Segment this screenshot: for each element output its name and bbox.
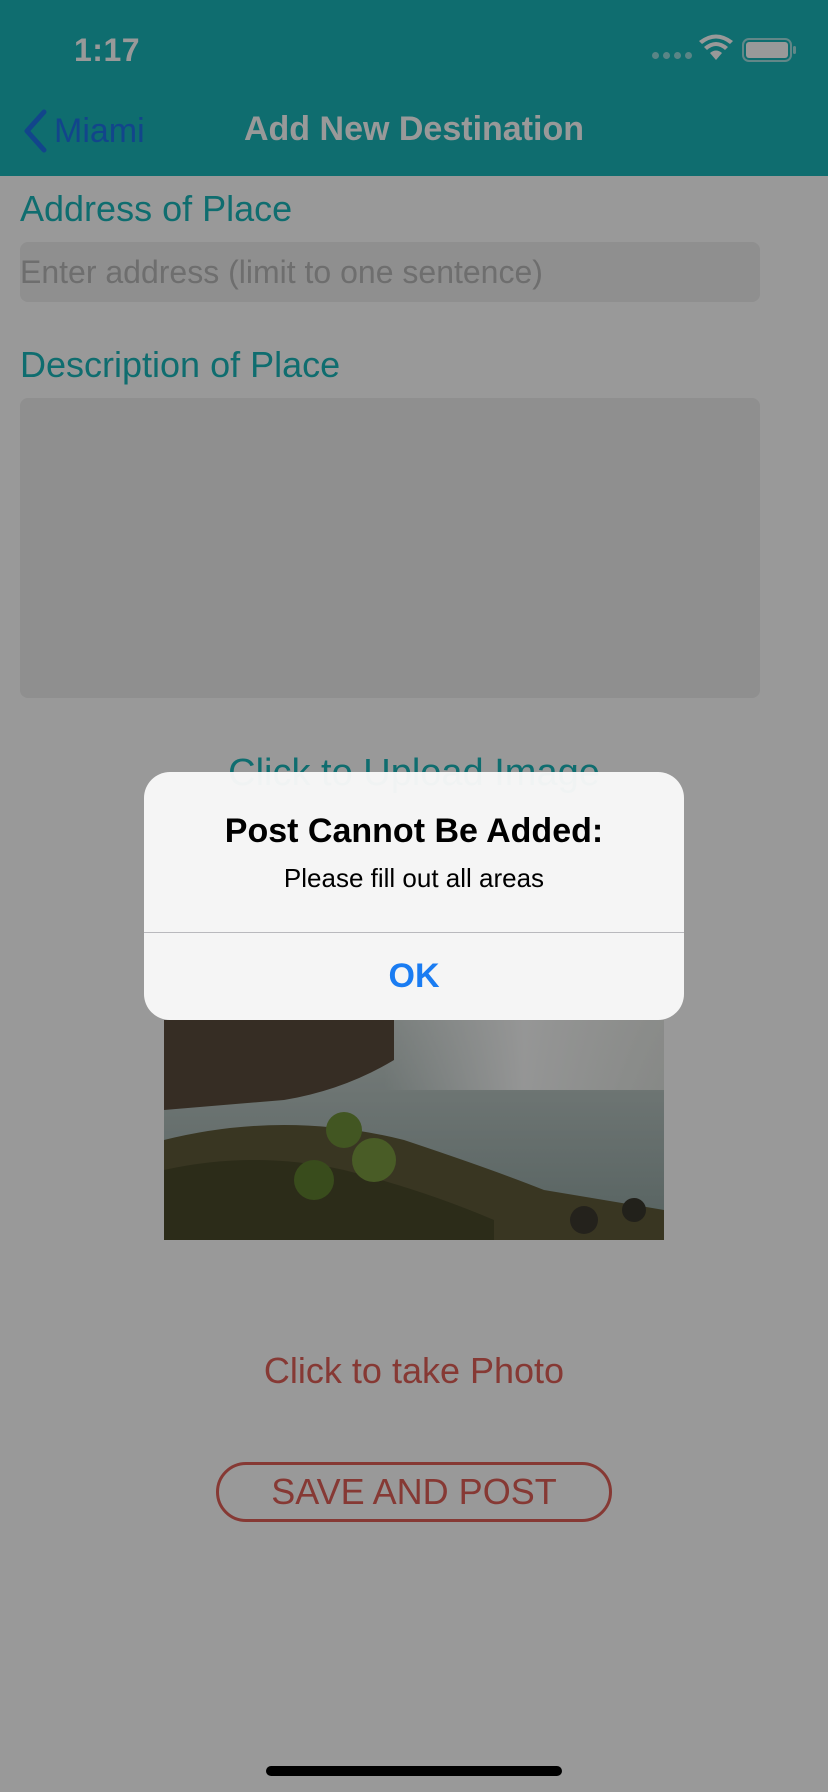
alert-ok-button[interactable]: OK: [144, 933, 684, 1020]
alert-message: Please fill out all areas: [283, 863, 545, 893]
home-indicator: [266, 1766, 562, 1776]
alert-dialog: Post Cannot Be Added: Please fill out al…: [144, 772, 684, 1020]
alert-title: Post Cannot Be Added:: [224, 812, 604, 850]
